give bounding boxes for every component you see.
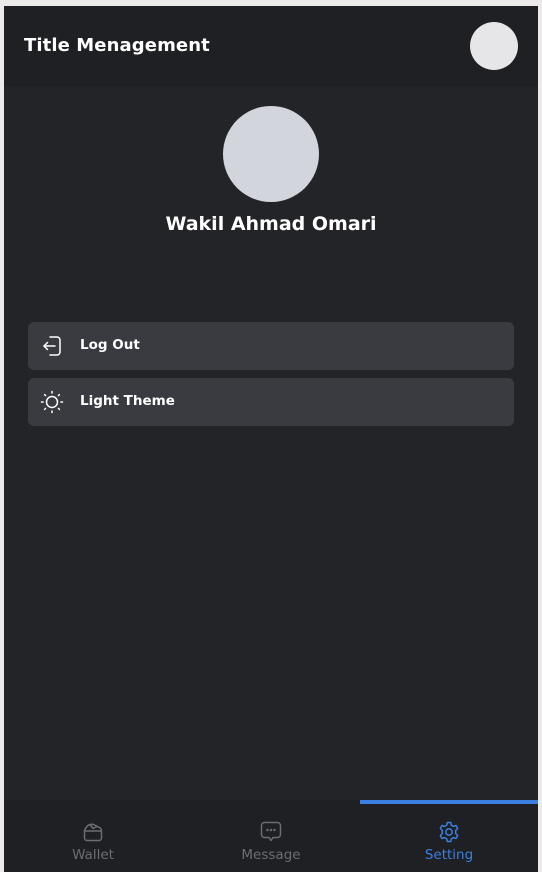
top-header: Title Menagement <box>4 6 538 86</box>
nav-item-wallet[interactable]: Wallet <box>4 800 182 872</box>
wallet-icon <box>83 823 103 842</box>
light-theme-label: Light Theme <box>80 393 175 409</box>
logout-icon <box>43 336 61 356</box>
nav-item-message[interactable]: Message <box>182 800 360 872</box>
header-avatar[interactable] <box>470 22 518 70</box>
app-frame: Title Menagement Wakil Ahmad Omari Log O… <box>4 6 538 872</box>
logout-label: Log Out <box>80 337 140 353</box>
nav-label-wallet: Wallet <box>72 847 114 863</box>
gear-icon <box>439 821 459 843</box>
profile-name: Wakil Ahmad Omari <box>165 213 377 235</box>
bottom-navigation: Wallet Message Setting <box>4 800 538 872</box>
nav-item-setting[interactable]: Setting <box>360 800 538 872</box>
logout-button[interactable]: Log Out <box>28 322 514 370</box>
page-title: Title Menagement <box>24 35 210 56</box>
nav-label-message: Message <box>241 847 301 863</box>
sun-icon <box>40 390 64 414</box>
profile-avatar <box>223 106 319 202</box>
message-icon <box>260 821 282 842</box>
nav-label-setting: Setting <box>424 847 474 863</box>
light-theme-button[interactable]: Light Theme <box>28 378 514 426</box>
